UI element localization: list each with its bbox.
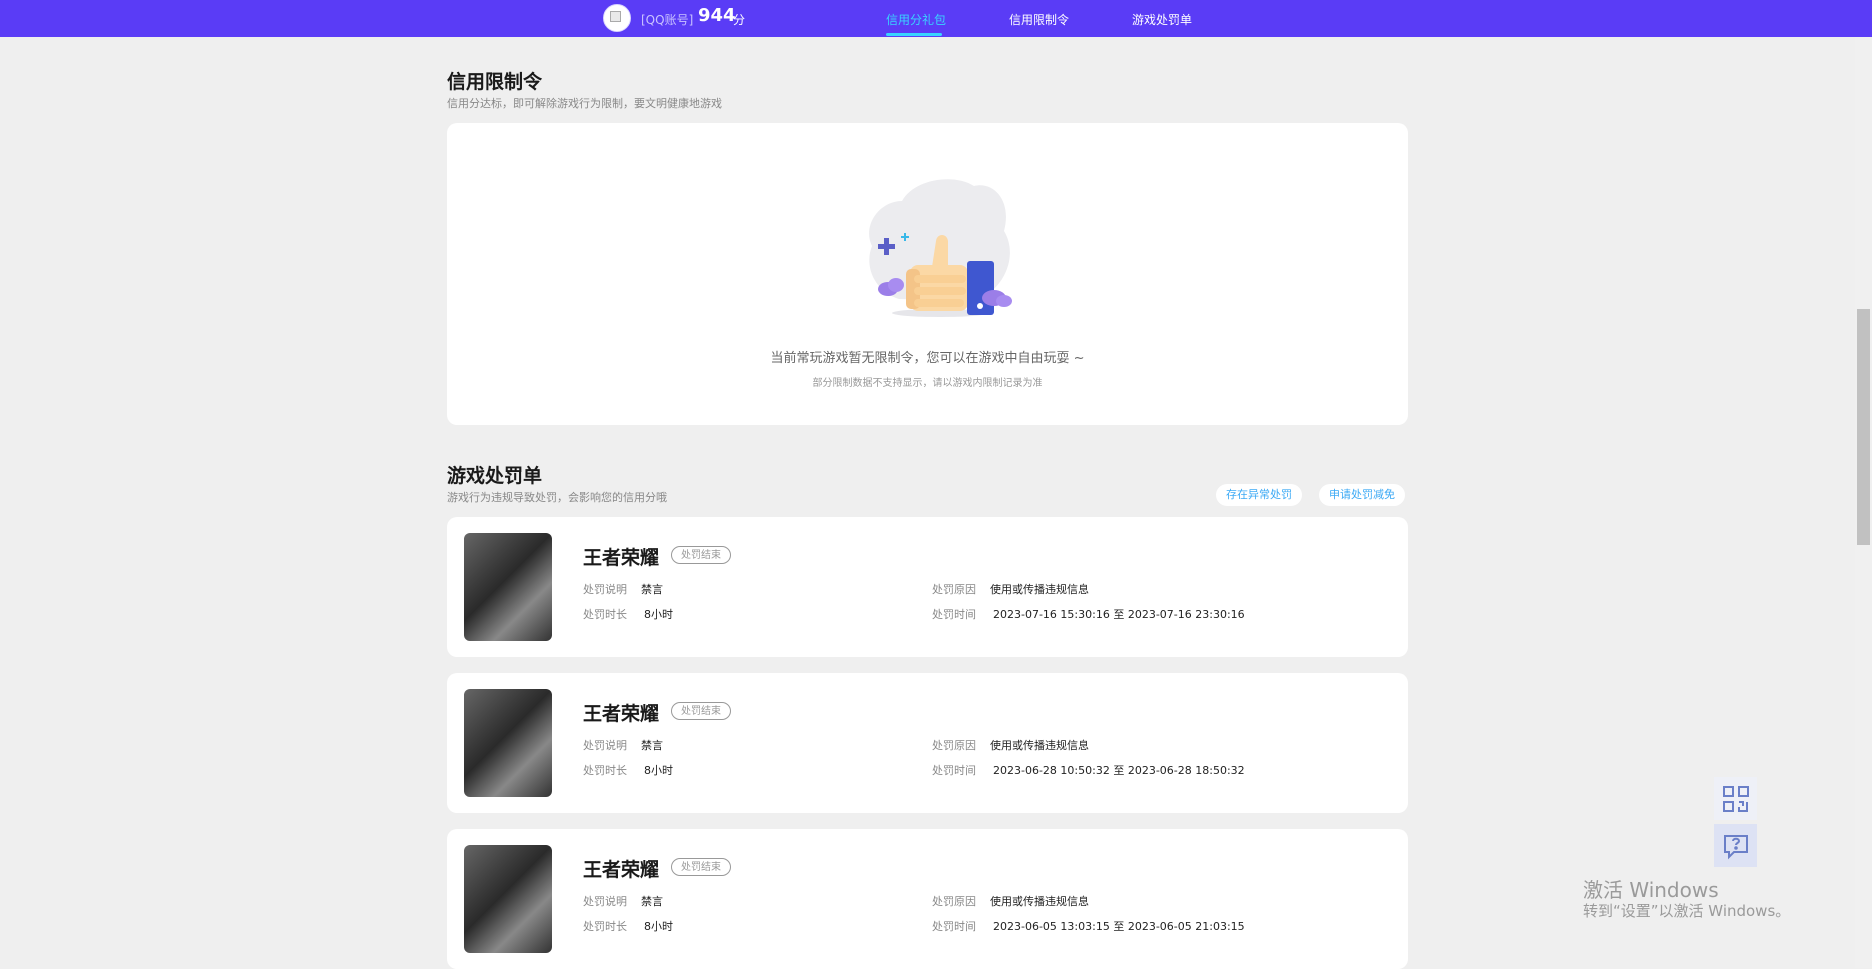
qr-code-button[interactable] — [1714, 777, 1757, 820]
page-scrollbar[interactable] — [1855, 37, 1872, 968]
time-label: 处罚时间 — [932, 608, 976, 621]
penalty-section-subtitle: 游戏行为违规导致处罚，会影响您的信用分哦 — [447, 491, 667, 504]
duration-value: 8小时 — [644, 920, 673, 933]
reason-label: 处罚原因 — [932, 583, 976, 596]
activation-watermark-title: 激活 Windows — [1583, 878, 1719, 902]
game-cover-image — [464, 533, 552, 641]
time-label: 处罚时间 — [932, 764, 976, 777]
time-label: 处罚时间 — [932, 920, 976, 933]
abnormal-penalty-button[interactable]: 存在异常处罚 — [1216, 484, 1302, 506]
time-value: 2023-06-05 13:03:15 至 2023-06-05 21:03:1… — [993, 920, 1245, 933]
desc-label: 处罚说明 — [583, 739, 627, 752]
tab-credit-gift[interactable]: 信用分礼包 — [886, 11, 946, 28]
empty-state-text: 当前常玩游戏暂无限制令，您可以在游戏中自由玩耍 ~ — [770, 351, 1085, 366]
game-name: 王者荣耀 — [583, 703, 660, 725]
status-badge: 处罚结束 — [671, 702, 731, 720]
game-cover-image — [464, 689, 552, 797]
reason-value: 使用或传播违规信息 — [990, 895, 1089, 908]
desc-value: 禁言 — [641, 583, 663, 596]
status-badge: 处罚结束 — [671, 546, 731, 564]
thumbs-up-icon — [869, 179, 1012, 317]
time-value: 2023-06-28 10:50:32 至 2023-06-28 18:50:3… — [993, 764, 1245, 777]
duration-value: 8小时 — [644, 764, 673, 777]
apply-reduction-button[interactable]: 申请处罚减免 — [1319, 484, 1405, 506]
time-value: 2023-07-16 15:30:16 至 2023-07-16 23:30:1… — [993, 608, 1245, 621]
duration-value: 8小时 — [644, 608, 673, 621]
restriction-panel: 当前常玩游戏暂无限制令，您可以在游戏中自由玩耍 ~ 部分限制数据不支持显示，请以… — [447, 123, 1408, 425]
desc-label: 处罚说明 — [583, 895, 627, 908]
game-name: 王者荣耀 — [583, 859, 660, 881]
duration-label: 处罚时长 — [583, 920, 627, 933]
status-badge: 处罚结束 — [671, 858, 731, 876]
credit-score: 944 — [698, 5, 736, 26]
penalty-card[interactable]: 王者荣耀 处罚结束 处罚说明 禁言 处罚时长 8小时 处罚原因 使用或传播违规信… — [447, 517, 1408, 657]
desc-value: 禁言 — [641, 895, 663, 908]
active-tab-indicator — [886, 33, 942, 36]
tab-game-penalty[interactable]: 游戏处罚单 — [1132, 11, 1192, 28]
score-unit: 分 — [733, 13, 746, 27]
qr-code-icon — [1722, 785, 1749, 812]
activation-watermark-subtitle: 转到“设置”以激活 Windows。 — [1583, 902, 1791, 920]
account-label: [QQ账号] — [641, 13, 694, 27]
tab-credit-restriction[interactable]: 信用限制令 — [1009, 11, 1069, 28]
restriction-section-subtitle: 信用分达标，即可解除游戏行为限制，要文明健康地游戏 — [447, 97, 722, 110]
empty-state-note: 部分限制数据不支持显示，请以游戏内限制记录为准 — [812, 378, 1043, 389]
desc-label: 处罚说明 — [583, 583, 627, 596]
duration-label: 处罚时长 — [583, 764, 627, 777]
reason-value: 使用或传播违规信息 — [990, 739, 1089, 752]
desc-value: 禁言 — [641, 739, 663, 752]
game-name: 王者荣耀 — [583, 547, 660, 569]
penalty-card[interactable]: 王者荣耀 处罚结束 处罚说明 禁言 处罚时长 8小时 处罚原因 使用或传播违规信… — [447, 829, 1408, 969]
user-avatar[interactable] — [603, 4, 631, 32]
help-button[interactable] — [1714, 824, 1757, 867]
top-nav-bar: [QQ账号] 944 分 信用分礼包 信用限制令 游戏处罚单 — [0, 0, 1872, 37]
game-cover-image — [464, 845, 552, 953]
scrollbar-thumb[interactable] — [1857, 309, 1870, 545]
restriction-section-title: 信用限制令 — [447, 71, 543, 93]
reason-value: 使用或传播违规信息 — [990, 583, 1089, 596]
reason-label: 处罚原因 — [932, 739, 976, 752]
help-chat-icon — [1723, 834, 1748, 859]
duration-label: 处罚时长 — [583, 608, 627, 621]
reason-label: 处罚原因 — [932, 895, 976, 908]
penalty-card[interactable]: 王者荣耀 处罚结束 处罚说明 禁言 处罚时长 8小时 处罚原因 使用或传播违规信… — [447, 673, 1408, 813]
penalty-section-title: 游戏处罚单 — [447, 465, 543, 487]
